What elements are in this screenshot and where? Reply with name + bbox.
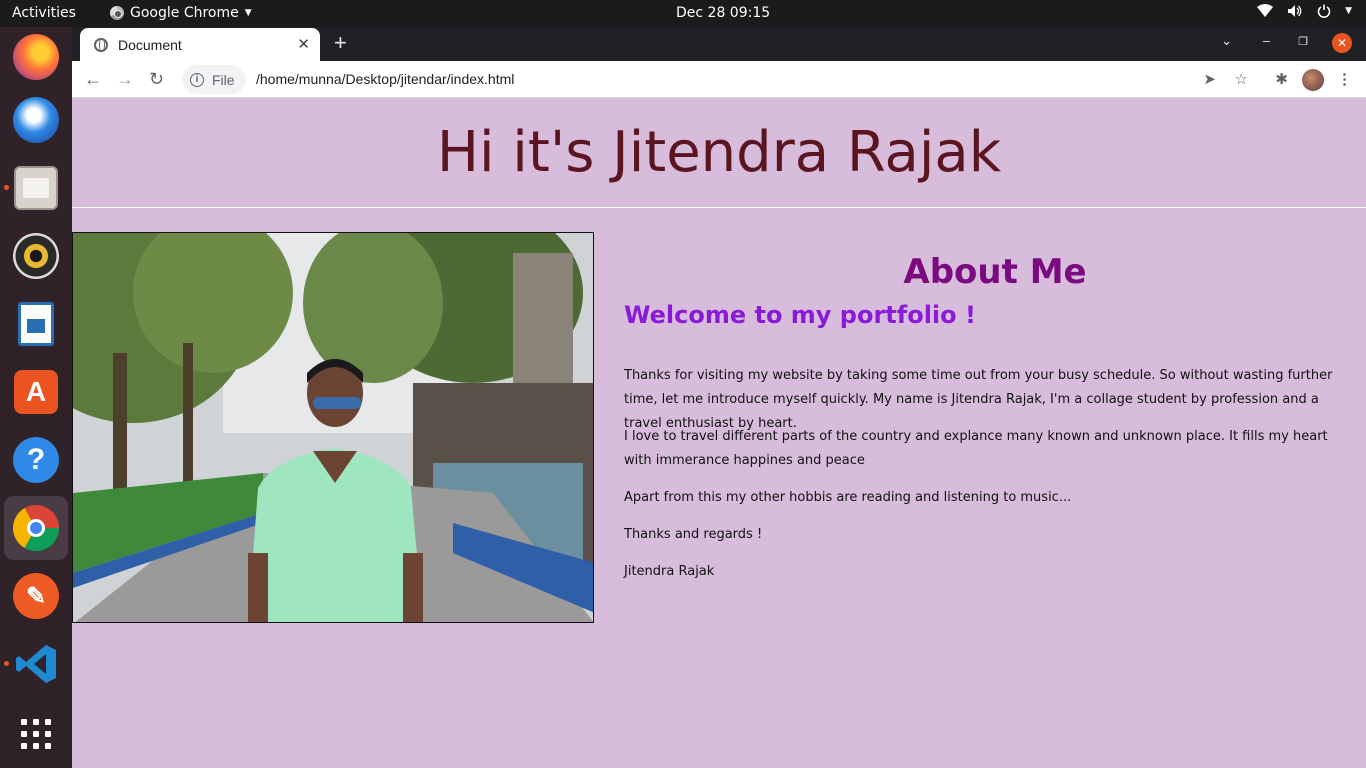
dock-show-apps[interactable]	[4, 702, 68, 766]
tab-title: Document	[118, 36, 182, 53]
gnome-top-bar: Activities Google Chrome ▼ Dec 28 09:15 …	[0, 0, 1366, 27]
profile-photo	[72, 232, 594, 623]
clock[interactable]: Dec 28 09:15	[676, 5, 770, 21]
postman-icon: ✎	[13, 573, 59, 619]
libreoffice-writer-icon	[18, 302, 54, 346]
tray-caret-icon: ▼	[1345, 6, 1352, 16]
vscode-icon	[16, 645, 56, 683]
chrome-tab-strip: Document ✕ + ⌄ – ❐ ✕	[72, 27, 1366, 61]
dock-help[interactable]: ?	[4, 428, 68, 492]
chrome-app-icon	[110, 6, 124, 20]
chrome-toolbar: ← → ↻ i File /home/munna/Desktop/jitenda…	[72, 61, 1366, 98]
rhythmbox-icon	[13, 233, 59, 279]
extensions-puzzle-icon[interactable]: ✱	[1275, 70, 1288, 88]
firefox-icon	[13, 34, 59, 80]
files-icon	[14, 166, 58, 210]
restore-button[interactable]: ❐	[1298, 35, 1308, 48]
signature-paragraph: Jitendra Rajak	[624, 564, 715, 579]
site-info-chip[interactable]: i File	[182, 65, 246, 94]
send-to-devices-icon[interactable]: ➤	[1203, 70, 1216, 88]
tab-close-icon[interactable]: ✕	[297, 35, 310, 53]
page-viewport: Hi it's Jitendra Rajak About Me Welcome …	[72, 98, 1366, 768]
chrome-icon	[13, 505, 59, 551]
app-menu-label: Google Chrome	[130, 5, 239, 21]
tab-document[interactable]: Document ✕	[80, 28, 320, 61]
software-center-icon: A	[14, 370, 58, 414]
welcome-subheading: Welcome to my portfolio !	[624, 301, 976, 329]
url-text[interactable]: /home/munna/Desktop/jitendar/index.html	[256, 71, 514, 87]
window-close-button[interactable]: ✕	[1332, 33, 1352, 53]
thunderbird-icon	[13, 97, 59, 143]
caret-down-icon: ▼	[244, 8, 252, 18]
travel-paragraph: I love to travel different parts of the …	[624, 429, 1328, 468]
show-apps-icon	[21, 719, 51, 749]
app-menu[interactable]: Google Chrome ▼	[110, 5, 252, 21]
globe-icon	[94, 37, 108, 52]
dock-vscode[interactable]	[4, 632, 68, 696]
dock-thunderbird[interactable]	[4, 88, 68, 152]
system-tray[interactable]: ▼	[1257, 4, 1352, 18]
new-tab-button[interactable]: +	[334, 32, 347, 54]
reload-icon[interactable]: ↻	[149, 69, 164, 90]
power-icon	[1317, 4, 1331, 18]
file-chip-label: File	[212, 71, 235, 88]
regards-paragraph: Thanks and regards !	[624, 527, 763, 542]
bookmark-star-icon[interactable]: ☆	[1235, 70, 1248, 88]
header-divider	[72, 207, 1366, 208]
dock-chrome[interactable]	[4, 496, 68, 560]
page-title: Hi it's Jitendra Rajak	[436, 120, 1002, 185]
back-arrow-icon[interactable]: ←	[84, 69, 102, 90]
info-icon: i	[190, 72, 204, 87]
profile-avatar[interactable]	[1302, 69, 1324, 91]
dock-software-center[interactable]: A	[4, 360, 68, 424]
dock-firefox[interactable]	[4, 25, 68, 89]
profile-photo-illustration	[73, 233, 593, 622]
activities-button[interactable]: Activities	[12, 5, 76, 21]
dock-writer[interactable]	[4, 292, 68, 356]
hobbies-paragraph: Apart from this my other hobbis are read…	[624, 490, 1072, 505]
address-bar[interactable]: i File /home/munna/Desktop/jitendar/inde…	[182, 65, 1252, 94]
help-icon: ?	[13, 437, 59, 483]
ubuntu-dock: A ? ✎	[0, 27, 72, 768]
forward-arrow-icon[interactable]: →	[116, 69, 134, 90]
minimize-button[interactable]: –	[1263, 33, 1270, 48]
volume-icon	[1288, 5, 1302, 17]
menu-kebab-icon[interactable]: ⋮	[1337, 70, 1352, 88]
wifi-icon	[1257, 4, 1274, 17]
about-heading: About Me	[903, 252, 1087, 292]
dock-files[interactable]	[4, 156, 68, 220]
dock-postman[interactable]: ✎	[4, 564, 68, 628]
dock-rhythmbox[interactable]	[4, 224, 68, 288]
tab-search-chevron-icon[interactable]: ⌄	[1221, 33, 1232, 49]
